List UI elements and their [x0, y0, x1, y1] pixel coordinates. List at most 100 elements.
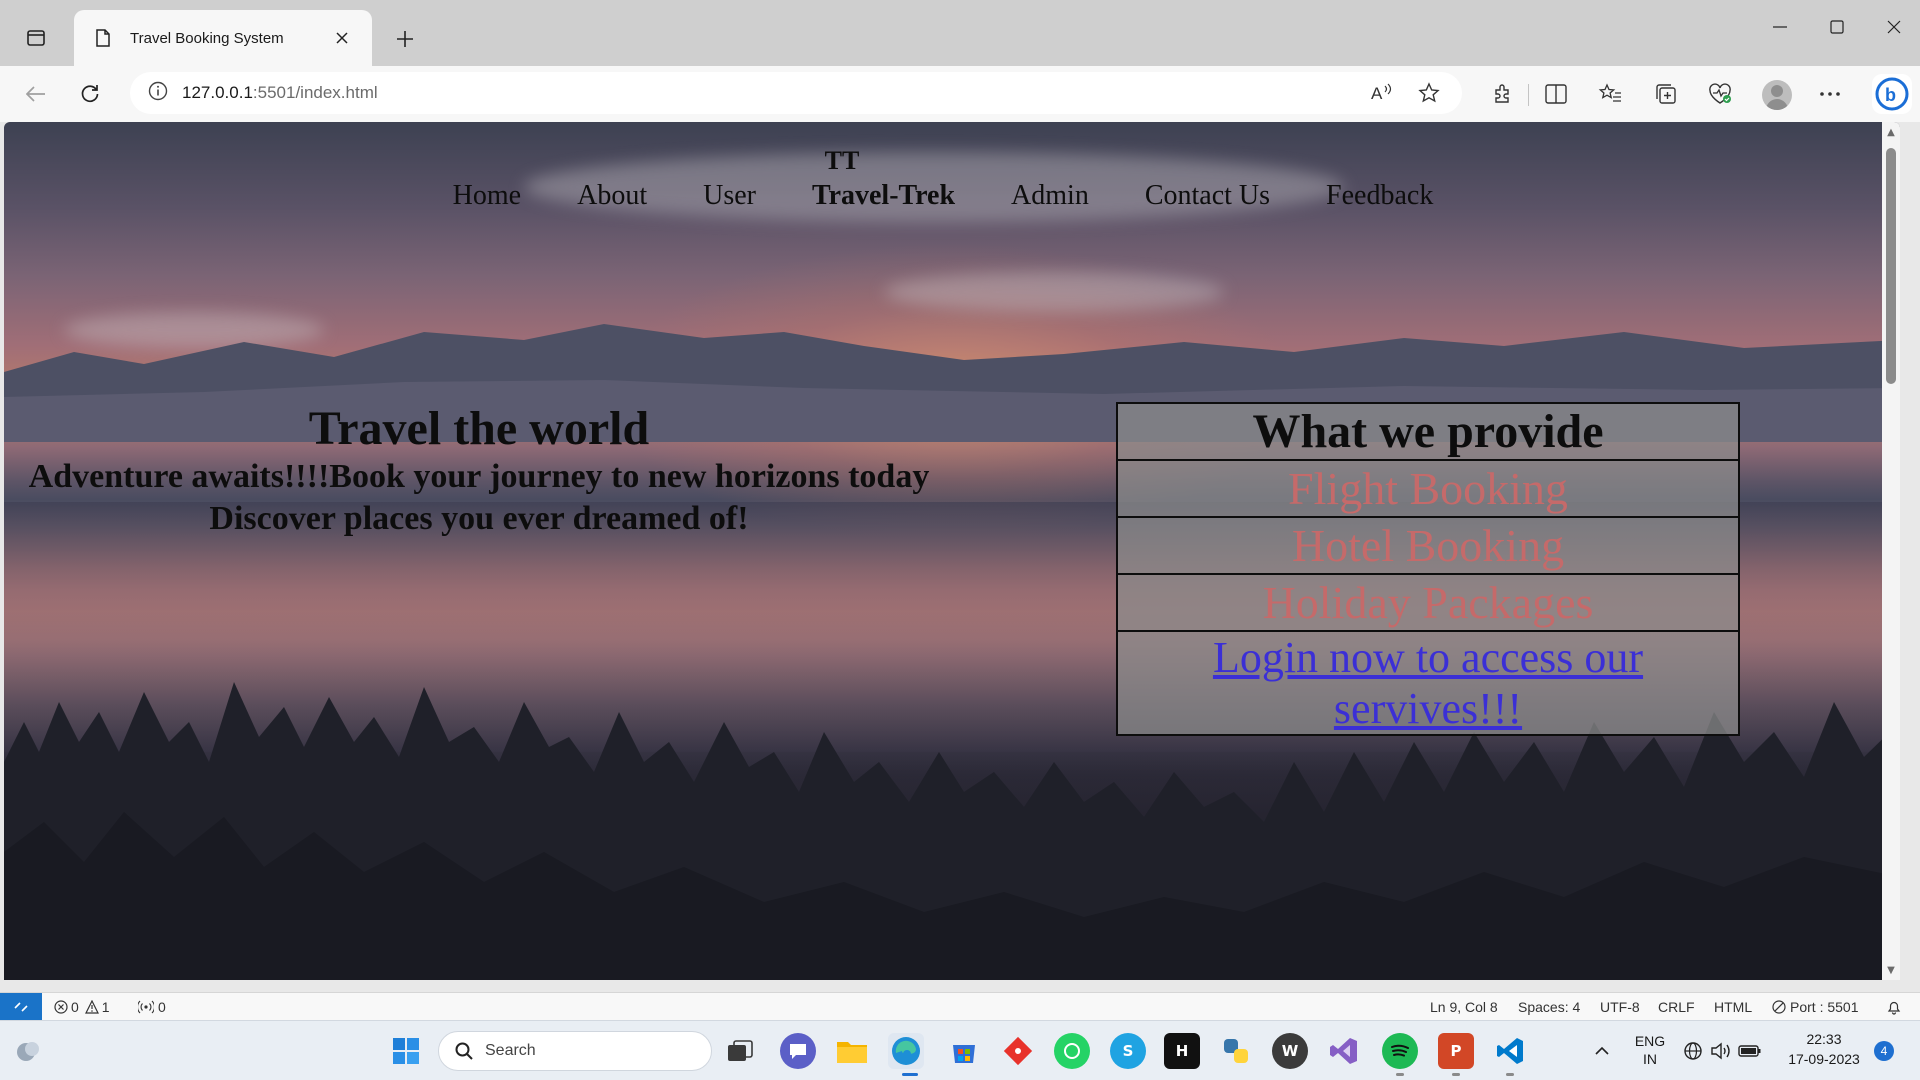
spotify-running-indicator — [1396, 1073, 1404, 1076]
git-icon[interactable] — [1000, 1033, 1036, 1069]
split-screen-icon[interactable] — [1538, 76, 1574, 112]
extensions-icon[interactable] — [1484, 76, 1520, 112]
volume-icon[interactable] — [1708, 1033, 1734, 1069]
warning-count: 1 — [101, 999, 110, 1015]
browser-essentials-icon[interactable] — [1702, 76, 1738, 112]
notification-badge[interactable]: 4 — [1874, 1041, 1894, 1061]
edge-icon[interactable] — [888, 1033, 924, 1069]
spotify-icon[interactable] — [1382, 1033, 1418, 1069]
file-explorer-icon[interactable] — [834, 1033, 870, 1069]
scroll-up-icon[interactable]: ▲ — [1885, 126, 1897, 138]
python-icon[interactable] — [1218, 1033, 1254, 1069]
address-bar[interactable]: 127.0.0.1:5501/index.html A — [130, 72, 1462, 114]
ports-count: 0 — [158, 999, 166, 1015]
window-close-icon[interactable] — [1866, 10, 1920, 44]
battery-icon[interactable] — [1736, 1033, 1764, 1069]
powerpoint-running-indicator — [1452, 1073, 1460, 1076]
clock-date[interactable]: 17-09-2023 — [1778, 1051, 1870, 1067]
skype-icon[interactable]: S — [1110, 1033, 1146, 1069]
hero-subline: Discover places you ever dreamed of! — [209, 500, 749, 537]
minimize-icon[interactable] — [1752, 10, 1808, 44]
favorite-star-icon[interactable] — [1418, 82, 1440, 108]
file-encoding[interactable]: UTF-8 — [1600, 999, 1640, 1015]
scroll-thumb[interactable] — [1886, 148, 1896, 384]
svg-text:A: A — [1371, 84, 1383, 102]
collections-icon[interactable] — [1648, 76, 1684, 112]
edge-active-indicator — [902, 1073, 918, 1076]
widgets-weather-icon[interactable] — [10, 1033, 46, 1069]
web-page-viewport: TT Home About User Travel-Trek Admin Con… — [4, 122, 1900, 980]
no-entry-icon — [1772, 1000, 1786, 1014]
powerpoint-icon[interactable]: P — [1438, 1033, 1474, 1069]
close-icon[interactable] — [330, 26, 354, 50]
maximize-icon[interactable] — [1809, 10, 1865, 44]
visual-studio-icon[interactable] — [1326, 1033, 1362, 1069]
svg-text:b: b — [1885, 85, 1896, 105]
nav-user[interactable]: User — [703, 180, 756, 212]
taskbar-search-box[interactable]: Search — [438, 1031, 712, 1071]
more-icon[interactable] — [1812, 76, 1848, 112]
show-hidden-icons-icon[interactable] — [1584, 1033, 1620, 1069]
search-icon — [455, 1042, 473, 1060]
browser-toolbar: 127.0.0.1:5501/index.html A — [0, 66, 1920, 122]
ports-forwarded-indicator[interactable]: 0 — [138, 999, 166, 1015]
scroll-down-icon[interactable]: ▼ — [1885, 964, 1897, 976]
nav-contact-us[interactable]: Contact Us — [1145, 180, 1270, 212]
url-text[interactable]: 127.0.0.1:5501/index.html — [182, 83, 378, 103]
windows-start-icon[interactable] — [388, 1033, 424, 1069]
main-nav: Home About User Travel-Trek Admin Contac… — [4, 176, 1882, 216]
vscode-icon[interactable] — [1492, 1033, 1528, 1069]
url-host: 127.0.0.1 — [182, 83, 253, 102]
store-icon[interactable] — [946, 1033, 982, 1069]
browser-tab-active[interactable]: Travel Booking System — [74, 10, 372, 66]
services-heading: What we provide — [1116, 402, 1740, 461]
language-mode[interactable]: HTML — [1714, 999, 1752, 1015]
info-icon[interactable] — [148, 81, 168, 105]
broadcast-icon — [138, 1000, 154, 1014]
copilot-icon[interactable]: b — [1872, 74, 1912, 114]
nav-feedback[interactable]: Feedback — [1326, 180, 1433, 212]
nav-about[interactable]: About — [577, 180, 647, 212]
vscode-running-indicator — [1506, 1073, 1514, 1076]
end-of-line[interactable]: CRLF — [1658, 999, 1695, 1015]
tab-actions-icon[interactable] — [14, 20, 58, 56]
nav-home[interactable]: Home — [453, 180, 521, 212]
back-icon[interactable] — [18, 76, 54, 112]
page-icon — [92, 27, 114, 49]
remote-indicator-icon[interactable] — [0, 993, 42, 1021]
refresh-icon[interactable] — [72, 76, 108, 112]
input-language[interactable]: ENG — [1628, 1033, 1672, 1049]
teams-chat-icon[interactable] — [780, 1033, 816, 1069]
live-server-port[interactable]: Port : 5501 — [1772, 999, 1859, 1015]
notifications-bell-icon[interactable] — [1886, 999, 1902, 1015]
browser-tab-bar: Travel Booking System — [0, 0, 1920, 66]
input-region[interactable]: IN — [1628, 1051, 1672, 1067]
task-view-icon[interactable] — [722, 1033, 758, 1069]
error-count: 0 — [71, 999, 79, 1015]
indentation[interactable]: Spaces: 4 — [1518, 999, 1580, 1015]
nav-brand-travel-trek[interactable]: Travel-Trek — [812, 180, 955, 212]
profile-icon[interactable] — [1762, 80, 1792, 110]
hackerrank-icon[interactable]: H — [1164, 1033, 1200, 1069]
whatsapp-icon[interactable] — [1054, 1033, 1090, 1069]
url-path: :5501/index.html — [252, 83, 378, 102]
network-globe-icon[interactable] — [1680, 1033, 1706, 1069]
tab-title: Travel Booking System — [130, 29, 284, 47]
service-flight-booking: Flight Booking — [1116, 459, 1740, 518]
port-label: Port : 5501 — [1790, 999, 1859, 1015]
cursor-position[interactable]: Ln 9, Col 8 — [1430, 999, 1498, 1015]
nav-admin[interactable]: Admin — [1011, 180, 1089, 212]
clock-time[interactable]: 22:33 — [1778, 1031, 1870, 1047]
page-scrollbar[interactable]: ▲ ▼ — [1882, 122, 1900, 980]
search-label: Search — [485, 1042, 536, 1059]
read-aloud-icon[interactable]: A — [1370, 82, 1392, 106]
plus-icon[interactable] — [388, 22, 422, 56]
problems-indicator[interactable]: 0 1 — [54, 999, 110, 1015]
services-table: What we provide Flight Booking Hotel Boo… — [1116, 402, 1740, 736]
wordpress-icon[interactable]: W — [1272, 1033, 1308, 1069]
hero-title: Travel the world — [308, 402, 650, 455]
login-link[interactable]: Login now to access our servives!!! — [1116, 630, 1740, 736]
favorites-icon[interactable] — [1592, 76, 1628, 112]
warning-icon — [84, 1000, 99, 1014]
service-hotel-booking: Hotel Booking — [1116, 516, 1740, 575]
